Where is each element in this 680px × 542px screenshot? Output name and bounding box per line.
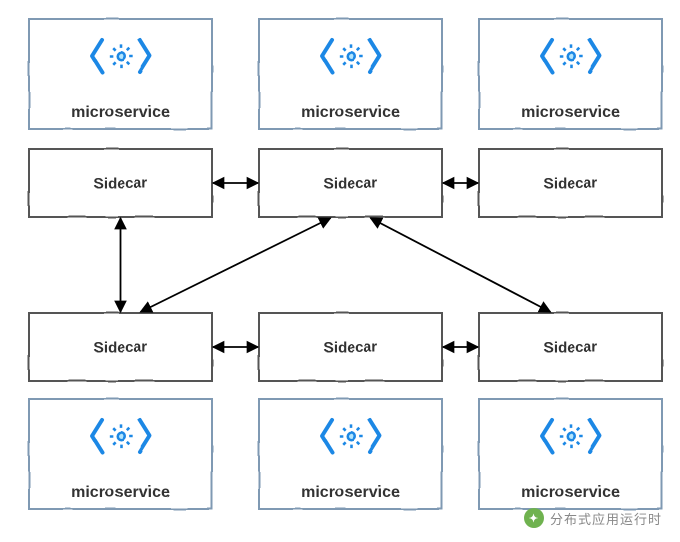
sidecar-box: Sidecar [28, 312, 213, 382]
sidecar-label: Sidecar [260, 150, 441, 216]
gear-icon [557, 42, 585, 70]
sidecar-label: Sidecar [30, 314, 211, 380]
microservice-icon [89, 36, 153, 76]
microservice-icon [539, 416, 603, 456]
sidecar-label: Sidecar [30, 150, 211, 216]
sidecar-box: Sidecar [258, 312, 443, 382]
microservice-box: microservice [478, 18, 663, 130]
angle-left-icon [319, 416, 335, 456]
microservice-icon [319, 416, 383, 456]
sidecar-box: Sidecar [478, 148, 663, 218]
gear-icon [107, 42, 135, 70]
sidecar-label: Sidecar [480, 314, 661, 380]
sidecar-box: Sidecar [258, 148, 443, 218]
sidecar-box: Sidecar [28, 148, 213, 218]
angle-left-icon [539, 416, 555, 456]
watermark: ✦ 分布式应用运行时 [524, 508, 662, 528]
microservice-box: microservice [258, 18, 443, 130]
microservice-label: microservice [260, 104, 441, 122]
microservice-label: microservice [30, 484, 211, 502]
microservice-box: microservice [258, 398, 443, 510]
microservice-box: microservice [28, 18, 213, 130]
microservice-icon [539, 36, 603, 76]
wechat-icon: ✦ [524, 508, 544, 528]
angle-left-icon [89, 36, 105, 76]
microservice-label: microservice [260, 484, 441, 502]
watermark-text: 分布式应用运行时 [550, 509, 662, 528]
angle-right-icon [587, 36, 603, 76]
sidecar-box: Sidecar [478, 312, 663, 382]
sidecar-label: Sidecar [260, 314, 441, 380]
gear-icon [337, 422, 365, 450]
sidecar-label: Sidecar [480, 150, 661, 216]
angle-right-icon [137, 36, 153, 76]
microservice-box: microservice [28, 398, 213, 510]
angle-right-icon [587, 416, 603, 456]
gear-icon [107, 422, 135, 450]
microservice-box: microservice [478, 398, 663, 510]
microservice-label: microservice [480, 484, 661, 502]
angle-right-icon [367, 416, 383, 456]
microservice-label: microservice [480, 104, 661, 122]
gear-icon [557, 422, 585, 450]
angle-left-icon [539, 36, 555, 76]
microservice-icon [89, 416, 153, 456]
microservice-label: microservice [30, 104, 211, 122]
angle-left-icon [89, 416, 105, 456]
gear-icon [337, 42, 365, 70]
angle-right-icon [367, 36, 383, 76]
angle-left-icon [319, 36, 335, 76]
microservice-icon [319, 36, 383, 76]
angle-right-icon [137, 416, 153, 456]
